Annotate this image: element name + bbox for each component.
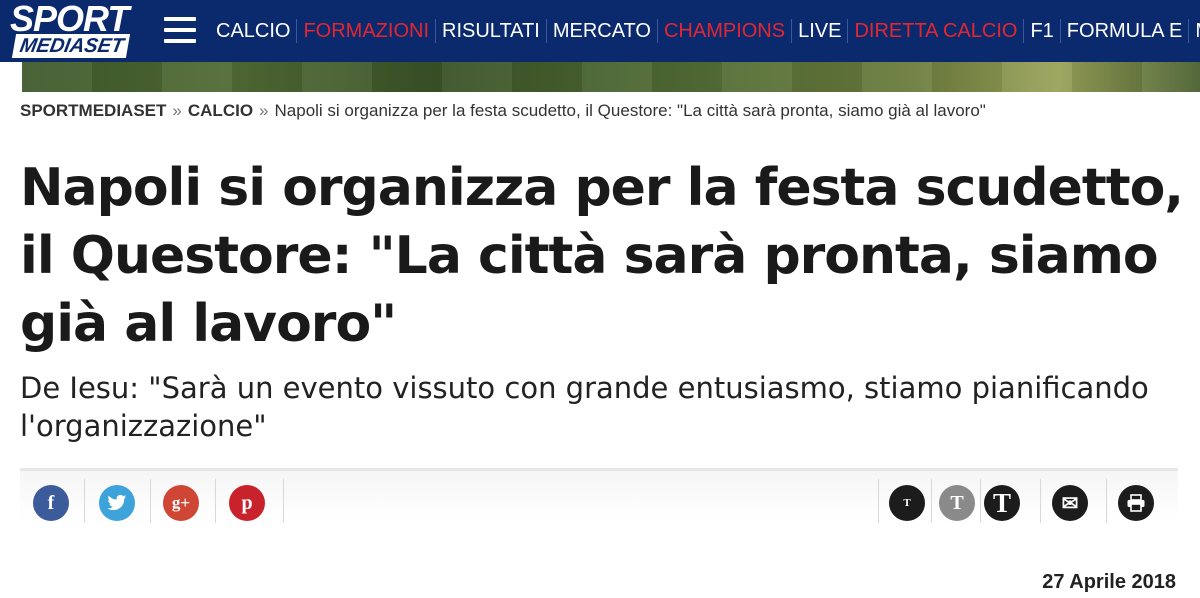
header-banner-overlay — [22, 62, 1200, 92]
toolbar-divider — [1106, 479, 1107, 523]
sportmediaset-logo[interactable]: SPORT MEDIASET — [8, 0, 132, 60]
toolbar-divider — [283, 479, 284, 523]
article-subtitle: De Iesu: "Sarà un evento vissuto con gra… — [20, 371, 1149, 443]
toolbar-divider — [84, 479, 85, 523]
nav-item-live[interactable]: LIVE — [792, 19, 849, 43]
breadcrumb: SPORTMEDIASET » CALCIO » Napoli si organizza… — [20, 101, 986, 121]
nav-item-formula-e[interactable]: FORMULA E — [1061, 19, 1190, 43]
text-small-icon[interactable]: T — [889, 485, 925, 521]
main-nav: CALCIO FORMAZIONI RISULTATI MERCATO CHAM… — [210, 0, 1200, 62]
nav-item-formazioni[interactable]: FORMAZIONI — [297, 19, 437, 43]
nav-item-mercato[interactable]: MERCATO — [547, 19, 658, 43]
twitter-icon[interactable] — [99, 485, 135, 521]
email-icon[interactable]: ✉ — [1052, 485, 1088, 521]
pinterest-icon[interactable]: p — [229, 485, 265, 521]
toolbar-divider — [1040, 479, 1041, 523]
nav-item-motogp[interactable]: MOTOG — [1189, 19, 1200, 43]
toolbar-divider — [215, 479, 216, 523]
nav-item-risultati[interactable]: RISULTATI — [436, 19, 547, 43]
breadcrumb-current: Napoli si organizza per la festa scudett… — [274, 101, 986, 120]
breadcrumb-section-link[interactable]: CALCIO — [188, 101, 253, 120]
logo-text-bottom: MEDIASET — [11, 34, 131, 58]
print-icon[interactable] — [1118, 485, 1154, 521]
hamburger-menu-icon[interactable] — [164, 17, 196, 43]
toolbar-divider — [980, 479, 981, 523]
text-medium-icon[interactable]: T — [939, 485, 975, 521]
top-navbar: SPORT MEDIASET CALCIO FORMAZIONI RISULTA… — [0, 0, 1200, 62]
nav-item-calcio[interactable]: CALCIO — [210, 19, 298, 43]
breadcrumb-home-link[interactable]: SPORTMEDIASET — [20, 101, 166, 120]
text-large-icon[interactable]: T — [984, 485, 1020, 521]
toolbar-divider — [931, 479, 932, 523]
nav-item-diretta-calcio[interactable]: DIRETTA CALCIO — [848, 19, 1025, 43]
breadcrumb-separator: » — [172, 101, 182, 120]
facebook-icon[interactable]: f — [33, 485, 69, 521]
breadcrumb-separator: » — [259, 101, 269, 120]
nav-item-champions[interactable]: CHAMPIONS — [658, 19, 793, 43]
toolbar-divider — [878, 479, 879, 523]
article-title: Napoli si organizza per la festa scudett… — [20, 158, 1184, 354]
nav-item-f1[interactable]: F1 — [1024, 19, 1061, 43]
article-date: 27 Aprile 2018 — [1042, 571, 1176, 593]
share-toolbar: f g+ p T T T ✉ — [20, 468, 1178, 524]
google-plus-icon[interactable]: g+ — [163, 485, 199, 521]
toolbar-divider — [150, 479, 151, 523]
